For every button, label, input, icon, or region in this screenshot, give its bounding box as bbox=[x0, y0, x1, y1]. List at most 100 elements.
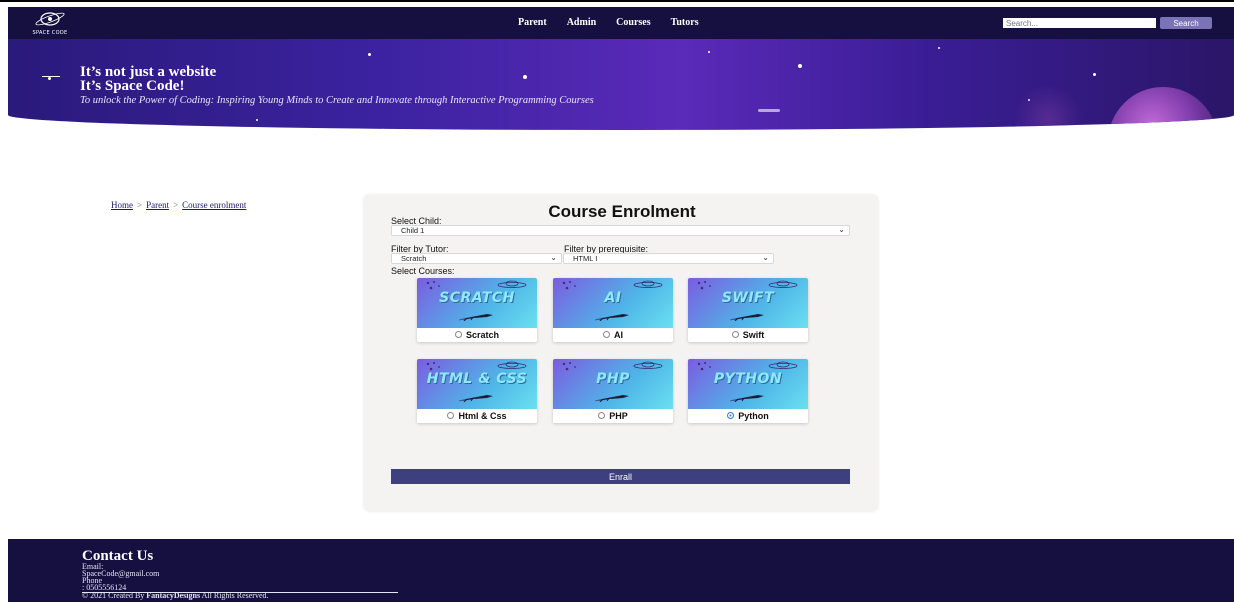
course-option[interactable]: Scratch bbox=[417, 328, 537, 342]
star-decoration bbox=[256, 119, 258, 121]
search-button[interactable]: Search bbox=[1160, 17, 1212, 29]
course-image: AI bbox=[553, 278, 673, 328]
radio-unchecked-icon[interactable] bbox=[598, 412, 606, 420]
site-logo[interactable]: SPACE CODE bbox=[24, 9, 76, 37]
ufo-icon bbox=[497, 280, 527, 288]
footer: Contact Us Email: SpaceCode@gmail.com Ph… bbox=[8, 539, 1234, 602]
rocket-icon bbox=[459, 395, 493, 402]
rocket-icon bbox=[595, 395, 629, 402]
enroll-button[interactable]: Enrall bbox=[391, 469, 850, 484]
breadcrumb-home[interactable]: Home bbox=[111, 200, 133, 210]
planet-decoration bbox=[1013, 84, 1083, 130]
rocket-icon bbox=[595, 314, 629, 321]
course-card[interactable]: SCRATCH Scratch bbox=[417, 278, 537, 342]
footer-copyright: © 2021 Created By FantacyDesigns All Rig… bbox=[82, 592, 269, 600]
hero-banner: It’s not just a website It’s Space Code!… bbox=[8, 39, 1234, 130]
star-decoration bbox=[523, 75, 527, 79]
chevron-down-icon: ⌄ bbox=[838, 225, 845, 234]
search-input[interactable] bbox=[1003, 18, 1156, 28]
filter-tutor-dropdown[interactable]: Scratch ⌄ bbox=[391, 253, 562, 264]
breadcrumb-separator: > bbox=[173, 200, 179, 210]
copyright-prefix: © 2021 Created By bbox=[82, 591, 147, 600]
breadcrumb-course-enrolment[interactable]: Course enrolment bbox=[182, 200, 246, 210]
breadcrumb: Home > Parent > Course enrolment bbox=[111, 200, 246, 210]
course-image-text: PYTHON bbox=[713, 371, 783, 387]
course-option[interactable]: Swift bbox=[688, 328, 808, 342]
rocket-icon bbox=[730, 314, 764, 321]
course-option[interactable]: Python bbox=[688, 409, 808, 423]
enrolment-form: Course Enrolment Select Child: Child 1 ⌄… bbox=[364, 195, 878, 511]
nav-link-tutors[interactable]: Tutors bbox=[671, 17, 699, 28]
hero-title: It’s not just a website It’s Space Code! bbox=[80, 64, 217, 94]
course-image: SWIFT bbox=[688, 278, 808, 328]
select-courses-label: Select Courses: bbox=[391, 266, 455, 276]
nav-link-courses[interactable]: Courses bbox=[616, 17, 650, 28]
ufo-icon bbox=[633, 361, 663, 369]
course-image-text: SWIFT bbox=[721, 290, 775, 306]
course-label: PHP bbox=[609, 411, 628, 421]
ufo-icon bbox=[497, 361, 527, 369]
filter-prerequisite-dropdown[interactable]: HTML I ⌄ bbox=[563, 253, 774, 264]
course-label: AI bbox=[614, 330, 623, 340]
star-decoration bbox=[368, 53, 371, 56]
copyright-suffix: All Rights Reserved. bbox=[200, 591, 269, 600]
course-label: Swift bbox=[742, 330, 765, 340]
course-label: Python bbox=[738, 411, 769, 421]
star-decoration bbox=[1093, 73, 1096, 76]
course-image-text: AI bbox=[604, 290, 622, 306]
course-card[interactable]: PHP PHP bbox=[553, 359, 673, 423]
radio-unchecked-icon[interactable] bbox=[731, 331, 739, 339]
course-image: HTML & CSS bbox=[417, 359, 537, 409]
nav-link-admin[interactable]: Admin bbox=[567, 17, 596, 28]
filter-prerequisite-value: HTML I bbox=[573, 254, 598, 263]
course-image: SCRATCH bbox=[417, 278, 537, 328]
course-label: Scratch bbox=[465, 330, 500, 340]
logo-text: SPACE CODE bbox=[32, 30, 68, 36]
course-image-text: HTML & CSS bbox=[426, 371, 528, 387]
course-label: Html & Css bbox=[458, 411, 507, 421]
course-card[interactable]: HTML & CSS Html & Css bbox=[417, 359, 537, 423]
course-option[interactable]: PHP bbox=[553, 409, 673, 423]
rocket-icon bbox=[459, 314, 493, 321]
star-decoration bbox=[708, 51, 710, 53]
rocket-icon bbox=[730, 395, 764, 402]
navbar: SPACE CODE Parent Admin Courses Tutors S… bbox=[8, 7, 1234, 39]
planet-decoration bbox=[1108, 87, 1218, 130]
radio-unchecked-icon[interactable] bbox=[603, 331, 610, 339]
logo-icon bbox=[35, 12, 65, 26]
select-child-value: Child 1 bbox=[401, 226, 425, 235]
star-decoration bbox=[798, 64, 802, 68]
course-option[interactable]: Html & Css bbox=[417, 409, 537, 423]
course-card[interactable]: PYTHON Python bbox=[688, 359, 808, 423]
breadcrumb-separator: > bbox=[137, 200, 143, 210]
course-image: PHP bbox=[553, 359, 673, 409]
course-image-text: SCRATCH bbox=[439, 290, 515, 306]
course-image-text: PHP bbox=[596, 371, 630, 387]
hero-title-line-2: It’s Space Code! bbox=[80, 78, 185, 94]
breadcrumb-parent[interactable]: Parent bbox=[146, 200, 169, 210]
hero-title-line-1: It’s not just a website bbox=[80, 64, 217, 80]
course-option[interactable]: AI bbox=[553, 328, 673, 342]
radio-checked-icon[interactable] bbox=[727, 412, 735, 420]
nav-link-parent[interactable]: Parent bbox=[518, 17, 547, 28]
star-decoration bbox=[938, 47, 940, 49]
radio-unchecked-icon[interactable] bbox=[447, 412, 455, 420]
nav-links: Parent Admin Courses Tutors bbox=[518, 17, 699, 28]
course-card[interactable]: SWIFT Swift bbox=[688, 278, 808, 342]
hero-subtitle: To unlock the Power of Coding: Inspiring… bbox=[80, 95, 594, 106]
star-decoration bbox=[42, 76, 60, 77]
copyright-brand[interactable]: FantacyDesigns bbox=[146, 591, 200, 600]
star-decoration bbox=[758, 109, 780, 112]
top-border bbox=[0, 0, 1234, 5]
chevron-down-icon: ⌄ bbox=[550, 253, 557, 262]
chevron-down-icon: ⌄ bbox=[762, 253, 769, 262]
ufo-icon bbox=[768, 280, 798, 288]
filter-tutor-value: Scratch bbox=[401, 254, 427, 263]
select-child-dropdown[interactable]: Child 1 ⌄ bbox=[391, 225, 850, 236]
ufo-icon bbox=[768, 361, 798, 369]
course-image: PYTHON bbox=[688, 359, 808, 409]
star-decoration bbox=[48, 77, 51, 80]
course-card[interactable]: AI AI bbox=[553, 278, 673, 342]
radio-unchecked-icon[interactable] bbox=[454, 331, 462, 339]
ufo-icon bbox=[633, 280, 663, 288]
